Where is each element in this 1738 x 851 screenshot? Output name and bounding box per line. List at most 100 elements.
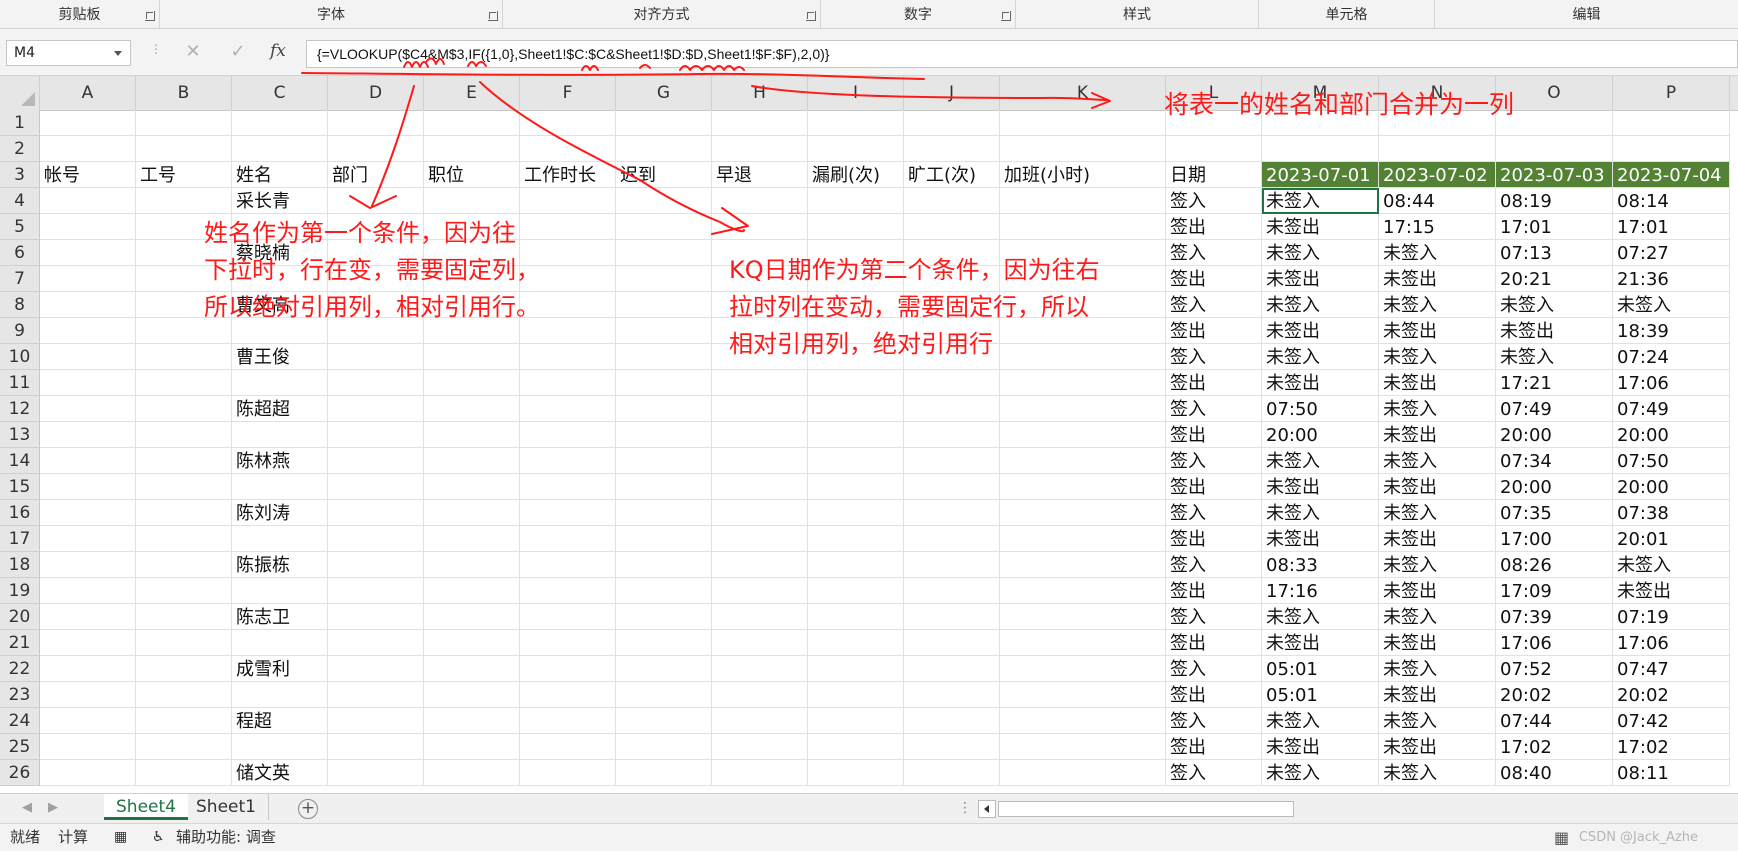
cell-m4[interactable]: 未签入 — [1262, 188, 1379, 214]
cell-a22[interactable] — [40, 656, 136, 682]
cell-n18[interactable]: 未签入 — [1379, 552, 1496, 578]
cell-j1[interactable] — [904, 110, 1000, 136]
row-header[interactable]: 19 — [0, 578, 40, 604]
cell-a21[interactable] — [40, 630, 136, 656]
cell-h15[interactable] — [712, 474, 808, 500]
row-header[interactable]: 5 — [0, 214, 40, 240]
dialog-launcher-icon[interactable] — [145, 11, 155, 21]
cell-c19[interactable] — [232, 578, 328, 604]
cell-j12[interactable] — [904, 396, 1000, 422]
cell-p25[interactable]: 17:02 — [1613, 734, 1730, 760]
cell-n20[interactable]: 未签入 — [1379, 604, 1496, 630]
cell-p5[interactable]: 17:01 — [1613, 214, 1730, 240]
cell-g25[interactable] — [616, 734, 712, 760]
cell-e17[interactable] — [424, 526, 520, 552]
cell-d19[interactable] — [328, 578, 424, 604]
prev-sheet-icon[interactable]: ◀ — [22, 800, 32, 815]
cell-g13[interactable] — [616, 422, 712, 448]
cell-e22[interactable] — [424, 656, 520, 682]
cell-e11[interactable] — [424, 370, 520, 396]
cell-d10[interactable] — [328, 344, 424, 370]
row-header[interactable]: 4 — [0, 188, 40, 214]
cell-k5[interactable] — [1000, 214, 1166, 240]
cell-c18[interactable]: 陈振栋 — [232, 552, 328, 578]
cell-o22[interactable]: 07:52 — [1496, 656, 1613, 682]
cell-c14[interactable]: 陈林燕 — [232, 448, 328, 474]
cell-i4[interactable] — [808, 188, 904, 214]
row-header[interactable]: 21 — [0, 630, 40, 656]
cell-a8[interactable] — [40, 292, 136, 318]
cell-p19[interactable]: 未签出 — [1613, 578, 1730, 604]
cell-p1[interactable] — [1613, 110, 1730, 136]
cell-l19[interactable]: 签出 — [1166, 578, 1262, 604]
cell-o16[interactable]: 07:35 — [1496, 500, 1613, 526]
cell-p14[interactable]: 07:50 — [1613, 448, 1730, 474]
cell-f10[interactable] — [520, 344, 616, 370]
cell-j15[interactable] — [904, 474, 1000, 500]
cell-e19[interactable] — [424, 578, 520, 604]
cell-l10[interactable]: 签入 — [1166, 344, 1262, 370]
cell-k25[interactable] — [1000, 734, 1166, 760]
cell-b1[interactable] — [136, 110, 232, 136]
cell-f19[interactable] — [520, 578, 616, 604]
cell-d23[interactable] — [328, 682, 424, 708]
cell-k16[interactable] — [1000, 500, 1166, 526]
cell-i5[interactable] — [808, 214, 904, 240]
cell-p24[interactable]: 07:42 — [1613, 708, 1730, 734]
drag-handle-icon[interactable]: ⋮ — [150, 42, 163, 56]
cell-m14[interactable]: 未签入 — [1262, 448, 1379, 474]
cell-j18[interactable] — [904, 552, 1000, 578]
cell-m10[interactable]: 未签入 — [1262, 344, 1379, 370]
cell-c11[interactable] — [232, 370, 328, 396]
cell-h16[interactable] — [712, 500, 808, 526]
cell-b11[interactable] — [136, 370, 232, 396]
cell-a1[interactable] — [40, 110, 136, 136]
cell-d1[interactable] — [328, 110, 424, 136]
cell-p22[interactable]: 07:47 — [1613, 656, 1730, 682]
cell-b14[interactable] — [136, 448, 232, 474]
cell-h24[interactable] — [712, 708, 808, 734]
cell-n13[interactable]: 未签出 — [1379, 422, 1496, 448]
cell-d20[interactable] — [328, 604, 424, 630]
cell-j2[interactable] — [904, 136, 1000, 162]
cell-d21[interactable] — [328, 630, 424, 656]
next-sheet-icon[interactable]: ▶ — [48, 800, 58, 815]
cell-e1[interactable] — [424, 110, 520, 136]
cell-j3[interactable]: 旷工(次) — [904, 162, 1000, 188]
cell-l21[interactable]: 签出 — [1166, 630, 1262, 656]
cell-e4[interactable] — [424, 188, 520, 214]
cell-l8[interactable]: 签入 — [1166, 292, 1262, 318]
cell-d15[interactable] — [328, 474, 424, 500]
cell-d14[interactable] — [328, 448, 424, 474]
cell-e14[interactable] — [424, 448, 520, 474]
cell-p12[interactable]: 07:49 — [1613, 396, 1730, 422]
cell-h5[interactable] — [712, 214, 808, 240]
cell-l20[interactable]: 签入 — [1166, 604, 1262, 630]
cell-b10[interactable] — [136, 344, 232, 370]
cell-k14[interactable] — [1000, 448, 1166, 474]
cell-f17[interactable] — [520, 526, 616, 552]
cell-j26[interactable] — [904, 760, 1000, 786]
cell-a12[interactable] — [40, 396, 136, 422]
cell-f23[interactable] — [520, 682, 616, 708]
cell-h21[interactable] — [712, 630, 808, 656]
cell-h12[interactable] — [712, 396, 808, 422]
cell-k4[interactable] — [1000, 188, 1166, 214]
cell-o24[interactable]: 07:44 — [1496, 708, 1613, 734]
cell-i16[interactable] — [808, 500, 904, 526]
cell-e16[interactable] — [424, 500, 520, 526]
cell-l24[interactable]: 签入 — [1166, 708, 1262, 734]
cell-f21[interactable] — [520, 630, 616, 656]
cell-m24[interactable]: 未签入 — [1262, 708, 1379, 734]
cell-p8[interactable]: 未签入 — [1613, 292, 1730, 318]
cell-p4[interactable]: 08:14 — [1613, 188, 1730, 214]
cell-a10[interactable] — [40, 344, 136, 370]
insert-function-icon[interactable]: fx — [270, 41, 286, 61]
cell-i17[interactable] — [808, 526, 904, 552]
cell-a20[interactable] — [40, 604, 136, 630]
cell-o19[interactable]: 17:09 — [1496, 578, 1613, 604]
cell-p21[interactable]: 17:06 — [1613, 630, 1730, 656]
cell-a13[interactable] — [40, 422, 136, 448]
cell-k22[interactable] — [1000, 656, 1166, 682]
cell-o9[interactable]: 未签出 — [1496, 318, 1613, 344]
